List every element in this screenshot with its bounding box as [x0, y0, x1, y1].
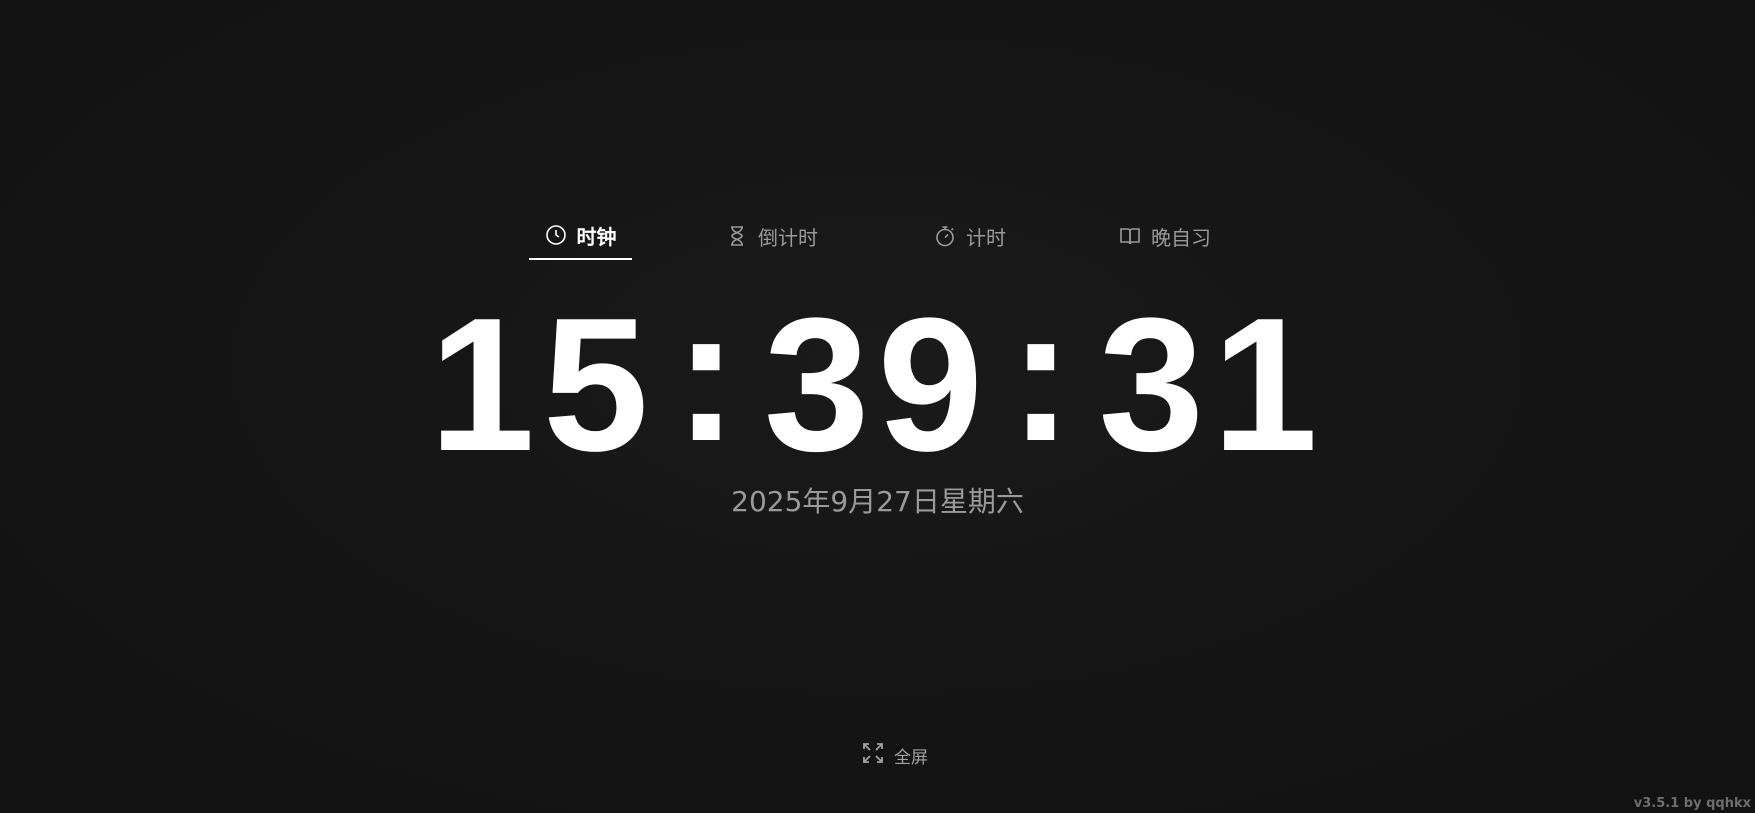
clock-icon: [545, 224, 567, 246]
tab-clock[interactable]: 时钟: [529, 212, 632, 260]
tab-countdown-label: 倒计时: [758, 225, 818, 250]
fullscreen-button[interactable]: 全屏: [862, 740, 928, 770]
time-separator: :: [1009, 269, 1081, 481]
tab-evening-study[interactable]: 晚自习: [1110, 212, 1220, 260]
fullscreen-label: 全屏: [894, 747, 928, 768]
expand-icon: [862, 742, 884, 769]
tab-clock-label: 时钟: [576, 224, 617, 249]
time-seconds: 31: [1098, 279, 1326, 491]
version-label: v3.5.1 by qqhkx: [1633, 796, 1751, 811]
time-separator: :: [674, 269, 746, 481]
tab-stopwatch[interactable]: 计时: [925, 212, 1015, 260]
time-minutes: 39: [763, 279, 992, 491]
clock-app: 时钟 倒计时 计时 晚自习 15:39:31 2025年9月27日星期六 全屏 …: [0, 0, 1755, 813]
book-icon: [1119, 225, 1141, 247]
mode-tabs: 时钟 倒计时 计时 晚自习: [0, 212, 1755, 262]
time-hours: 15: [429, 279, 657, 491]
tab-countdown[interactable]: 倒计时: [717, 212, 827, 260]
time-display: 15:39:31: [0, 280, 1755, 480]
tab-stopwatch-label: 计时: [966, 225, 1006, 250]
tab-evening-study-label: 晚自习: [1151, 225, 1211, 250]
hourglass-icon: [726, 225, 748, 247]
stopwatch-icon: [934, 225, 956, 247]
date-display: 2025年9月27日星期六: [731, 485, 1024, 518]
